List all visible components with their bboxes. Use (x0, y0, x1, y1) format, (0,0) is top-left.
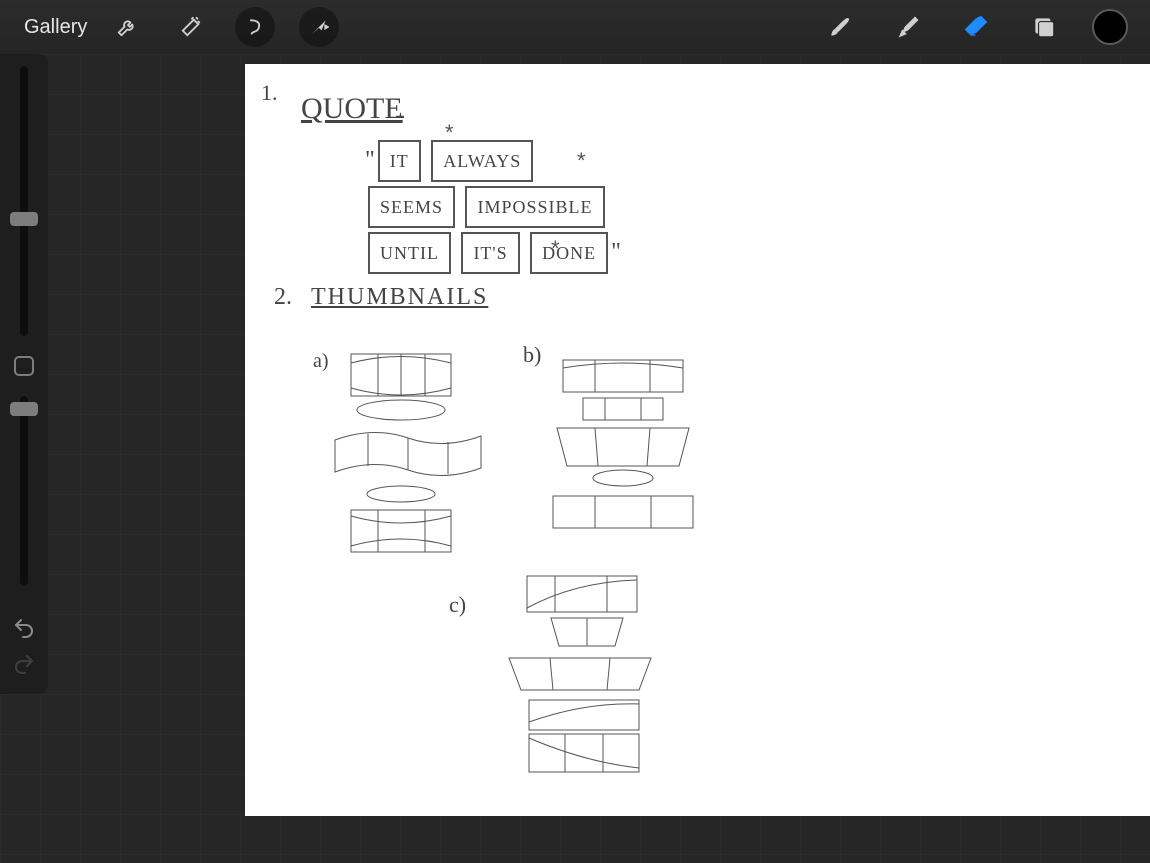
thumbnail-label-a: a) (313, 350, 329, 373)
section-1-number: 1. (261, 80, 278, 106)
top-toolbar: Gallery (0, 0, 1150, 54)
wand-icon[interactable] (171, 7, 211, 47)
color-swatch[interactable] (1092, 9, 1128, 45)
redo-icon[interactable] (6, 646, 42, 682)
thumbnail-sketch-c (495, 572, 665, 782)
open-quote: " (365, 147, 375, 173)
quote-word: IT (378, 140, 421, 182)
section-2-number: 2. (274, 284, 292, 311)
opacity-handle[interactable] (10, 402, 38, 416)
selection-icon[interactable] (235, 7, 275, 47)
quote-block: "IT ALWAYS SEEMS IMPOSSIBLE UNTIL IT'S D… (365, 138, 621, 276)
smudge-icon[interactable] (888, 7, 928, 47)
brush-icon[interactable] (820, 7, 860, 47)
section-2-heading: THUMBNAILS (311, 284, 488, 311)
thumbnail-label-c: c) (449, 592, 466, 618)
quote-word: UNTIL (368, 232, 451, 274)
undo-icon[interactable] (6, 610, 42, 646)
quote-word: DONE (530, 232, 608, 274)
quote-word: IT'S (461, 232, 519, 274)
section-1-dash: - (395, 98, 405, 132)
gallery-button[interactable]: Gallery (18, 12, 93, 43)
close-quote: " (611, 239, 621, 265)
quote-word: IMPOSSIBLE (465, 186, 604, 228)
thumbnail-sketch-b (545, 356, 705, 536)
eraser-icon[interactable] (956, 7, 996, 47)
layers-icon[interactable] (1024, 7, 1064, 47)
left-tool-cluster (107, 7, 339, 47)
thumbnail-label-b: b) (523, 342, 541, 368)
left-sidebar (0, 54, 48, 694)
brush-size-slider[interactable] (20, 66, 28, 336)
quote-word: ALWAYS (431, 140, 533, 182)
right-tool-cluster (820, 7, 1128, 47)
thumbnail-sketch-a (333, 348, 483, 558)
opacity-slider[interactable] (20, 396, 28, 586)
section-1-heading: QUOTE (301, 92, 403, 126)
wrench-icon[interactable] (107, 7, 147, 47)
drawing-canvas[interactable]: 1. QUOTE - * * * "IT ALWAYS SEEMS IMPOSS… (245, 64, 1150, 816)
transform-arrow-icon[interactable] (299, 7, 339, 47)
brush-size-handle[interactable] (10, 212, 38, 226)
quote-word: SEEMS (368, 186, 455, 228)
modify-button[interactable] (14, 356, 34, 376)
